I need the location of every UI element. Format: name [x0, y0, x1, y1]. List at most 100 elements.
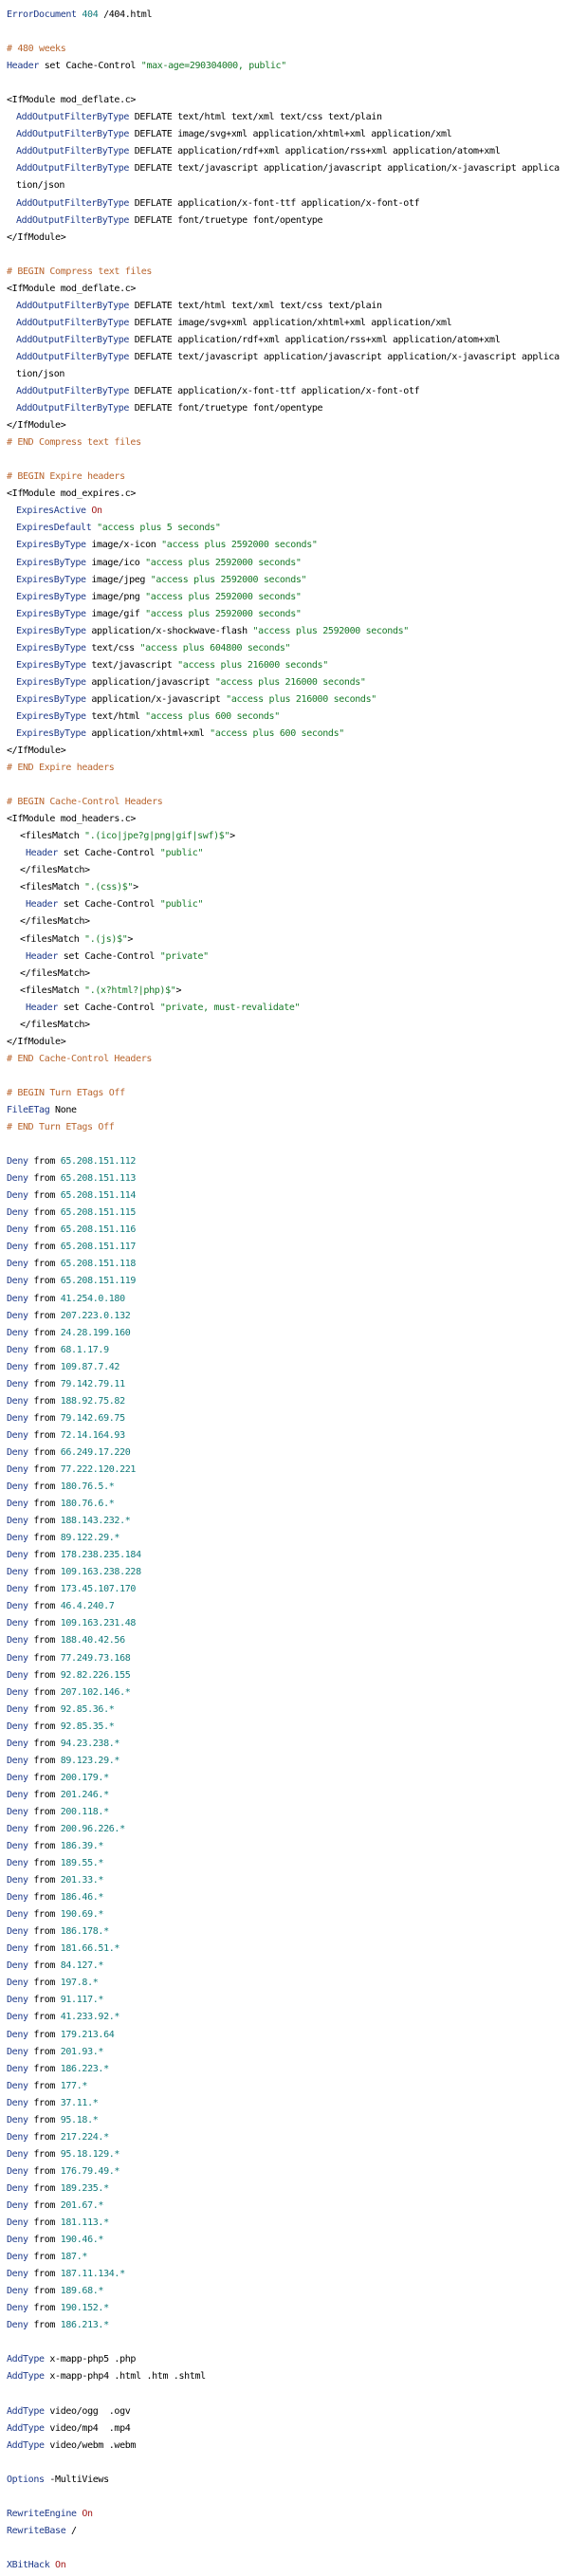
- code-line: Deny from 66.249.17.220: [7, 1444, 562, 1462]
- code-text: from: [28, 1293, 61, 1304]
- code-line: </IfModule>: [7, 743, 562, 760]
- directive: Deny: [7, 2097, 28, 2108]
- code-text: from: [28, 1652, 61, 1664]
- code-text: from: [28, 2303, 61, 2314]
- code-text: from: [28, 1412, 61, 1424]
- directive: AddOutputFilterByType: [16, 300, 130, 311]
- ip-address: 200.179.*: [60, 1772, 109, 1783]
- directive: Deny: [7, 1327, 28, 1338]
- blank-line: ​: [7, 1068, 562, 1085]
- module-tag: <filesMatch: [20, 831, 85, 842]
- directive: Deny: [7, 1584, 28, 1595]
- code-line: # BEGIN Cache-Control Headers: [7, 794, 562, 811]
- code-line: Deny from 179.213.64: [7, 2027, 562, 2044]
- code-line: Deny from 201.93.*: [7, 2044, 562, 2061]
- code-line: Deny from 94.23.238.*: [7, 1736, 562, 1753]
- directive: Deny: [7, 1242, 28, 1253]
- ip-address: 72.14.164.93: [60, 1429, 125, 1441]
- directive: Deny: [7, 1224, 28, 1236]
- directive: Deny: [7, 2114, 28, 2125]
- directive: Deny: [7, 2200, 28, 2211]
- directive: ExpiresByType: [16, 693, 86, 705]
- code-line: Deny from 181.113.*: [7, 2215, 562, 2232]
- code-line: </filesMatch>: [7, 913, 562, 930]
- code-line: Deny from 189.68.*: [7, 2283, 562, 2300]
- directive: Deny: [7, 1960, 28, 1972]
- blank-line: ​: [7, 2386, 562, 2403]
- code-text: x-mapp-php5 .php: [44, 2354, 137, 2365]
- code-text: from: [28, 1516, 61, 1527]
- directive: Deny: [7, 2235, 28, 2246]
- code-text: from: [28, 2182, 61, 2194]
- code-line: Deny from 188.40.42.56: [7, 1632, 562, 1649]
- ip-address: 95.18.*: [60, 2114, 99, 2125]
- string-literal: "access plus 2592000 seconds": [145, 608, 302, 619]
- string-literal: "access plus 216000 seconds": [226, 693, 376, 705]
- code-text: video/webm .webm: [44, 2439, 137, 2451]
- code-line: AddOutputFilterByType DEFLATE font/truet…: [7, 212, 562, 230]
- directive: AddType: [7, 2371, 45, 2383]
- directive: Deny: [7, 2029, 28, 2040]
- code-line: # END Turn ETags Off: [7, 1119, 562, 1136]
- code-line: Deny from 84.127.*: [7, 1958, 562, 1975]
- directive: ErrorDocument: [7, 9, 77, 20]
- code-text: application/javascript: [85, 676, 215, 688]
- code-text: from: [28, 1686, 61, 1698]
- module-tag: </IfModule>: [7, 231, 66, 243]
- code-line: Deny from 189.235.*: [7, 2180, 562, 2198]
- comment: # END Compress text files: [7, 437, 141, 449]
- code-line: AddOutputFilterByType DEFLATE applicatio…: [7, 383, 562, 400]
- code-text: from: [28, 1190, 61, 1202]
- code-line: ExpiresDefault "access plus 5 seconds": [7, 520, 562, 537]
- code-line: Deny from 89.123.29.*: [7, 1753, 562, 1770]
- code-text: from: [28, 1806, 61, 1817]
- code-text: image/x-icon: [85, 540, 162, 551]
- directive: AddOutputFilterByType: [16, 403, 130, 414]
- ip-address: 46.4.240.7: [60, 1601, 115, 1612]
- directive: Deny: [7, 1481, 28, 1493]
- code-line: <IfModule mod_headers.c>: [7, 811, 562, 828]
- code-text: DEFLATE application/rdf+xml application/…: [129, 146, 501, 157]
- directive: Deny: [7, 1463, 28, 1475]
- directive: Deny: [7, 1789, 28, 1800]
- comment: # END Turn ETags Off: [7, 1122, 115, 1133]
- code-text: from: [28, 1926, 61, 1938]
- code-line: Deny from 92.85.35.*: [7, 1719, 562, 1736]
- code-text: DEFLATE application/x-font-ttf applicati…: [129, 197, 420, 209]
- code-text: from: [28, 1361, 61, 1372]
- code-text: from: [28, 2012, 61, 2023]
- directive: AddOutputFilterByType: [16, 129, 130, 140]
- directive: Deny: [7, 2080, 28, 2091]
- blank-line: ​: [7, 2334, 562, 2351]
- directive: ExpiresByType: [16, 727, 86, 739]
- code-line: Deny from 46.4.240.7: [7, 1598, 562, 1615]
- code-text: from: [28, 1618, 61, 1629]
- code-line: </IfModule>: [7, 417, 562, 434]
- code-line: XBitHack On: [7, 2557, 562, 2574]
- directive: ExpiresByType: [16, 659, 86, 671]
- string-literal: "access plus 2592000 seconds": [150, 574, 307, 585]
- directive: Deny: [7, 1772, 28, 1783]
- directive: Deny: [7, 2320, 28, 2331]
- code-text: text/html: [85, 710, 146, 722]
- ip-address: 77.249.73.168: [60, 1652, 131, 1664]
- directive: ExpiresActive: [16, 506, 86, 517]
- ip-address: 179.213.64: [60, 2029, 115, 2040]
- code-line: Deny from 24.28.199.160: [7, 1325, 562, 1342]
- code-line: <filesMatch ".(ico|jpe?g|png|gif|swf)$">: [7, 828, 562, 845]
- code-line: <filesMatch ".(x?html?|php)$">: [7, 983, 562, 1000]
- string-literal: "access plus 2592000 seconds": [252, 625, 410, 636]
- code-text: from: [28, 1533, 61, 1544]
- ip-address: 186.39.*: [60, 1841, 104, 1852]
- ip-address: 186.178.*: [60, 1926, 109, 1938]
- string-literal: "access plus 2592000 seconds": [145, 557, 302, 568]
- directive: XBitHack: [7, 2559, 50, 2570]
- ip-address: 65.208.151.118: [60, 1259, 137, 1270]
- directive: Deny: [7, 2217, 28, 2229]
- htaccess-code-listing: ErrorDocument 404 /404.html​# 480 weeksH…: [0, 0, 569, 2574]
- code-line: Deny from 186.223.*: [7, 2061, 562, 2078]
- directive: Deny: [7, 1995, 28, 2006]
- module-tag: >: [175, 984, 182, 996]
- ip-address: 92.85.36.*: [60, 1703, 115, 1715]
- code-line: </IfModule>: [7, 1034, 562, 1051]
